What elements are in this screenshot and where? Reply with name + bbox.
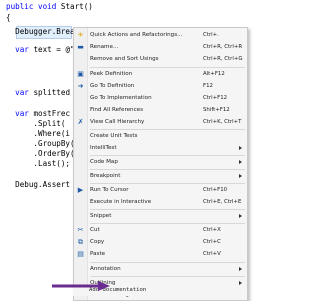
code-line: .Where(i (6, 129, 71, 138)
menu-item-find-all-references[interactable]: Find All References Shift+F12 (74, 105, 247, 116)
code-line: var splitted (15, 88, 71, 97)
submenu-arrow-icon (239, 174, 242, 178)
menu-item-annotation[interactable]: Annotation (74, 264, 247, 275)
code-line: var text = @" (15, 45, 75, 54)
cut-icon: ✂ (77, 226, 84, 234)
menu-item-go-to-implementation[interactable]: Go To Implementation Ctrl+F12 (74, 93, 247, 104)
menu-item-label: Quick Actions and Refactorings... (90, 32, 183, 38)
menu-item-label: Remove and Sort Usings (90, 56, 159, 62)
menu-item-remove-sort-usings[interactable]: Remove and Sort Usings Ctrl+R, Ctrl+G (74, 54, 247, 65)
code-line: .GroupBy( (6, 139, 75, 148)
menu-item-shortcut: Alt+F12 (203, 71, 225, 77)
menu-item-execute-in-interactive[interactable]: Execute in Interactive Ctrl+E, Ctrl+E (74, 197, 247, 208)
menu-separator (90, 223, 245, 224)
code-line: .Split( (6, 119, 66, 128)
menu-item-label: Run To Cursor (90, 187, 129, 193)
menu-item-label: Cut (90, 227, 100, 233)
run-to-cursor-icon: ▶ (77, 186, 84, 194)
code-line: .OrderBy( (6, 149, 75, 158)
menu-separator (90, 155, 245, 156)
code-line: .Last(); (6, 159, 71, 168)
menu-item-label: Breakpoint (90, 173, 121, 179)
submenu-arrow-icon (239, 214, 242, 218)
submenu-arrow-icon (239, 267, 242, 271)
menu-item-label: Execute in Interactive (90, 199, 152, 205)
submenu-arrow-icon (239, 160, 242, 164)
menu-item-label: Copy (90, 239, 105, 245)
submenu-arrow-icon (239, 146, 242, 150)
code-line: var mostFrec (15, 109, 71, 118)
menu-item-label: IntelliTest (90, 145, 117, 151)
menu-item-label: Snippet (90, 213, 112, 219)
menu-item-quick-actions[interactable]: ☀ Quick Actions and Refactorings... Ctrl… (74, 30, 247, 41)
menu-separator (90, 209, 245, 210)
menu-item-shortcut: Ctrl+E, Ctrl+E (203, 199, 242, 205)
code-line: public void Start() (6, 2, 93, 11)
go-to-definition-icon: ➜ (77, 82, 84, 90)
menu-item-label: Go To Implementation (90, 95, 152, 101)
menu-separator (90, 129, 245, 130)
annotation-arrow-icon (52, 281, 110, 291)
menu-item-create-unit-tests[interactable]: Create Unit Tests (74, 131, 247, 142)
menu-item-shortcut: Ctrl+. (203, 32, 219, 38)
menu-item-shortcut: F12 (203, 83, 213, 89)
menu-item-shortcut: Ctrl+F10 (203, 187, 228, 193)
menu-item-breakpoint[interactable]: Breakpoint (74, 171, 247, 182)
menu-item-rename[interactable]: ▬ Rename... Ctrl+R, Ctrl+R (74, 42, 247, 53)
menu-item-label: Annotation (90, 266, 121, 272)
menu-item-label: View Call Hierarchy (90, 119, 145, 125)
menu-item-label: Find All References (90, 107, 144, 113)
menu-item-shortcut: Ctrl+V (203, 251, 221, 257)
copy-icon: ⧉ (78, 238, 83, 246)
menu-item-peek-definition[interactable]: ▣ Peek Definition Alt+F12 (74, 69, 247, 80)
paste-icon: ▤ (77, 250, 84, 258)
menu-item-shortcut: Ctrl+K, Ctrl+T (203, 119, 242, 125)
menu-separator (90, 183, 245, 184)
rename-icon: ▬ (77, 43, 84, 51)
menu-item-label: Code Map (90, 159, 118, 165)
code-line: { (6, 13, 11, 22)
peek-definition-icon: ▣ (77, 70, 84, 78)
menu-item-view-call-hierarchy[interactable]: ✗ View Call Hierarchy Ctrl+K, Ctrl+T (74, 117, 247, 128)
menu-item-shortcut: Shift+F12 (203, 107, 230, 113)
menu-item-label: Peek Definition (90, 71, 133, 77)
menu-item-label: Create Unit Tests (90, 133, 138, 139)
menu-item-shortcut: Ctrl+F12 (203, 95, 228, 101)
menu-item-code-map[interactable]: Code Map (74, 157, 247, 168)
call-hierarchy-icon: ✗ (77, 118, 84, 126)
menu-item-label: Rename... (90, 44, 119, 50)
code-line: Debug.Assert (6, 180, 71, 189)
menu-item-snippet[interactable]: Snippet (74, 211, 247, 222)
menu-separator (90, 262, 245, 263)
menu-separator (90, 169, 245, 170)
menu-item-cut[interactable]: ✂ Cut Ctrl+X (74, 225, 247, 236)
menu-item-go-to-definition[interactable]: ➜ Go To Definition F12 (74, 81, 247, 92)
context-menu: ☀ Quick Actions and Refactorings... Ctrl… (73, 27, 248, 301)
menu-item-copy[interactable]: ⧉ Copy Ctrl+C (74, 237, 247, 248)
menu-item-label: Paste (90, 251, 106, 257)
menu-item-intellitest[interactable]: IntelliTest (74, 143, 247, 154)
menu-item-paste[interactable]: ▤ Paste Ctrl+V (74, 249, 247, 260)
menu-item-shortcut: Ctrl+R, Ctrl+R (203, 44, 243, 50)
menu-item-run-to-cursor[interactable]: ▶ Run To Cursor Ctrl+F10 (74, 185, 247, 196)
menu-item-label: Go To Definition (90, 83, 135, 89)
menu-item-shortcut: Ctrl+R, Ctrl+G (203, 56, 243, 62)
menu-separator (90, 276, 245, 277)
menu-item-shortcut: Ctrl+X (203, 227, 221, 233)
menu-item-shortcut: Ctrl+C (203, 239, 221, 245)
lightbulb-icon: ☀ (77, 31, 84, 39)
menu-separator (90, 67, 245, 68)
